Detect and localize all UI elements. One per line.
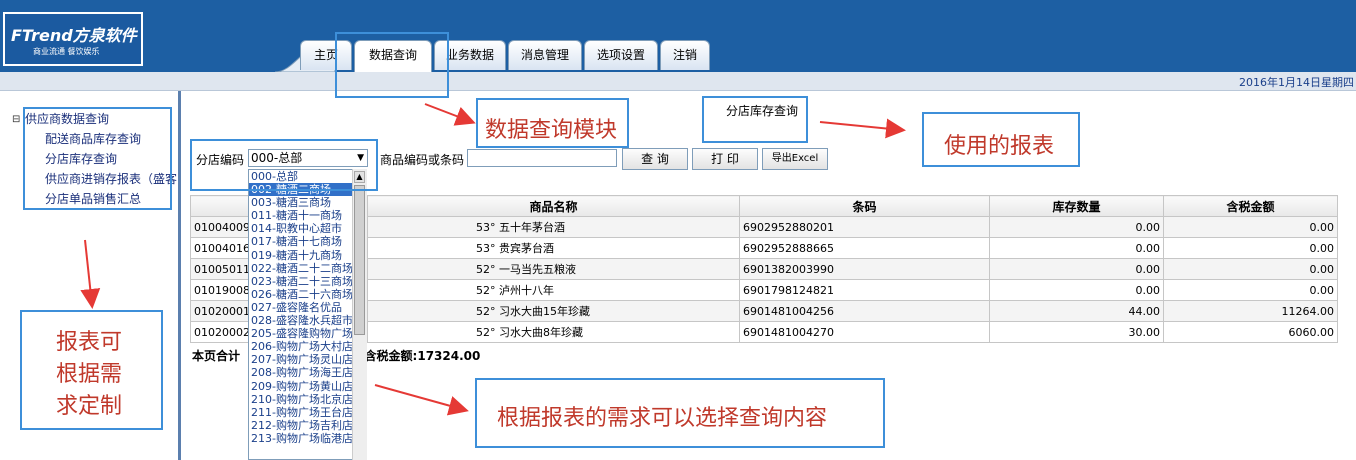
barcode-input[interactable]: [467, 149, 617, 167]
annotation-box-report-title: [702, 96, 808, 143]
store-dropdown-list[interactable]: 000-总部 002-糖酒二商场 003-糖酒三商场 011-糖酒十一商场 01…: [248, 169, 366, 460]
dropdown-option[interactable]: 023-糖酒二十三商场: [249, 275, 365, 288]
arrow-to-report: [819, 118, 906, 139]
dropdown-option[interactable]: 207-购物广场灵山店: [249, 353, 365, 366]
logo: FTrend方泉软件 商业流通 餐饮娱乐: [3, 12, 143, 66]
cell-amount: 6060.00: [1163, 321, 1338, 343]
dropdown-option[interactable]: 210-购物广场北京店: [249, 393, 365, 406]
dropdown-option[interactable]: 003-糖酒三商场: [249, 196, 365, 209]
annotation-text-custom-3: 求定制: [56, 394, 123, 419]
summary-total: 0 含税金额:17324.00: [352, 349, 481, 363]
cell-name: 52° 习水大曲15年珍藏: [367, 300, 740, 322]
logo-text: FTrend方泉软件: [11, 26, 137, 45]
dropdown-option[interactable]: 027-盛容隆名优品: [249, 301, 365, 314]
dropdown-option[interactable]: 205-盛容隆购物广场: [249, 327, 365, 340]
cell-quantity: 0.00: [989, 237, 1164, 259]
dropdown-option[interactable]: 208-购物广场海王店: [249, 366, 365, 379]
col-header-amount: 含税金额: [1163, 195, 1338, 217]
query-button[interactable]: 查 询: [622, 148, 688, 170]
dropdown-option[interactable]: 022-糖酒二十二商场: [249, 262, 365, 275]
annotation-box-store-select: [190, 139, 378, 191]
arrow-to-module: [424, 103, 476, 126]
cell-amount: 0.00: [1163, 237, 1338, 259]
cell-barcode: 6902952888665: [739, 237, 990, 259]
dropdown-option[interactable]: 212-购物广场吉利店: [249, 419, 365, 432]
col-header-quantity: 库存数量: [989, 195, 1164, 217]
cell-barcode: 6901382003990: [739, 258, 990, 280]
cell-amount: 11264.00: [1163, 300, 1338, 322]
cell-quantity: 44.00: [989, 300, 1164, 322]
barcode-label: 商品编码或条码: [380, 153, 465, 167]
annotation-callout-module: 数据查询模块: [476, 98, 629, 148]
cell-quantity: 0.00: [989, 216, 1164, 238]
scrollbar-thumb[interactable]: [354, 185, 365, 335]
col-header-name: 商品名称: [367, 195, 740, 217]
tab-logout[interactable]: 注销: [660, 40, 710, 70]
cell-name: 52° 习水大曲8年珍藏: [367, 321, 740, 343]
print-button[interactable]: 打 印: [692, 148, 758, 170]
cell-amount: 0.00: [1163, 279, 1338, 301]
annotation-text-select: 根据报表的需求可以选择查询内容: [497, 406, 828, 431]
annotation-box-data-query-tab: [335, 32, 449, 98]
tab-label: 消息管理: [520, 48, 569, 62]
tab-options[interactable]: 选项设置: [584, 40, 658, 70]
cell-barcode: 6901481004270: [739, 321, 990, 343]
dropdown-option[interactable]: 017-糖酒十七商场: [249, 235, 365, 248]
annotation-callout-custom: 报表可 根据需 求定制: [20, 310, 163, 430]
annotation-text-module: 数据查询模块: [485, 118, 618, 143]
cell-amount: 0.00: [1163, 216, 1338, 238]
cell-barcode: 6901481004256: [739, 300, 990, 322]
tab-label: 注销: [672, 48, 697, 62]
dropdown-option[interactable]: 026-糖酒二十六商场: [249, 288, 365, 301]
cell-quantity: 0.00: [989, 258, 1164, 280]
annotation-box-sidebar: [23, 107, 172, 210]
col-header-barcode: 条码: [739, 195, 990, 217]
collapse-icon[interactable]: ⊟: [12, 114, 20, 125]
cell-quantity: 30.00: [989, 321, 1164, 343]
cell-name: 52° 一马当先五粮液: [367, 258, 740, 280]
annotation-callout-select: 根据报表的需求可以选择查询内容: [475, 378, 885, 448]
annotation-text-custom-1: 报表可: [56, 330, 123, 355]
cell-name: 52° 泸州十八年: [367, 279, 740, 301]
dropdown-option[interactable]: 209-购物广场黄山店: [249, 380, 365, 393]
current-date: 2016年1月14日星期四: [1239, 76, 1354, 89]
tab-label: 选项设置: [596, 48, 645, 62]
dropdown-option[interactable]: 213-购物广场临港店: [249, 432, 365, 445]
export-excel-button[interactable]: 导出Excel: [762, 148, 828, 170]
annotation-callout-report: 使用的报表: [922, 112, 1080, 167]
annotation-text-custom-2: 根据需: [56, 362, 123, 387]
summary-prefix: 本页合计: [192, 349, 241, 363]
logo-subtitle: 商业流通 餐饮娱乐: [33, 47, 100, 56]
annotation-text-report: 使用的报表: [944, 134, 1055, 159]
cell-barcode: 6902952880201: [739, 216, 990, 238]
date-bar: [0, 72, 1356, 91]
arrow-to-select: [374, 384, 469, 416]
cell-quantity: 0.00: [989, 279, 1164, 301]
dropdown-option[interactable]: 206-购物广场大村店: [249, 340, 365, 353]
dropdown-option[interactable]: 028-盛容隆水兵超市: [249, 314, 365, 327]
dropdown-scrollbar[interactable]: ▲: [352, 169, 367, 460]
dropdown-option[interactable]: 014-职教中心超市: [249, 222, 365, 235]
tab-message-management[interactable]: 消息管理: [508, 40, 582, 70]
cell-amount: 0.00: [1163, 258, 1338, 280]
cell-name: 53° 五十年茅台酒: [367, 216, 740, 238]
tab-label: 业务数据: [445, 48, 494, 62]
dropdown-option[interactable]: 211-购物广场王台店: [249, 406, 365, 419]
dropdown-option[interactable]: 011-糖酒十一商场: [249, 209, 365, 222]
dropdown-option[interactable]: 019-糖酒十九商场: [249, 249, 365, 262]
cell-barcode: 6901798124821: [739, 279, 990, 301]
cell-name: 53° 贵宾茅台酒: [367, 237, 740, 259]
